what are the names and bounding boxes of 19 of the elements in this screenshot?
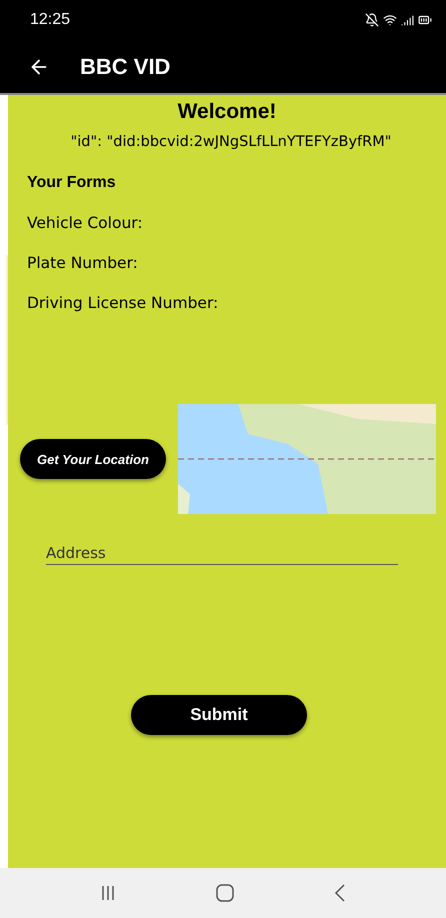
signal-icon: [401, 14, 414, 26]
app-title: BBC VID: [80, 54, 170, 80]
edge-panel-handle[interactable]: [6, 255, 8, 425]
address-field[interactable]: Address: [46, 542, 398, 565]
forms-heading: Your Forms: [27, 174, 117, 192]
welcome-heading: Welcome!: [176, 100, 278, 124]
form-field-label: Plate Number:: [27, 254, 139, 272]
submit-button[interactable]: Submit: [131, 695, 307, 735]
home-icon[interactable]: [216, 884, 234, 902]
battery-icon: [418, 13, 432, 27]
get-location-button[interactable]: Get Your Location: [20, 439, 166, 479]
back-nav-icon[interactable]: [334, 884, 346, 902]
id-text: "id": "did:bbcvid:2wJNgSLfLLnYTEFYzByfRM": [70, 134, 392, 150]
recent-apps-icon[interactable]: [100, 885, 116, 901]
form-field-label: Driving License Number:: [27, 294, 220, 312]
status-time: 12:25: [30, 11, 70, 29]
form-field-label: Vehicle Colour:: [27, 214, 144, 232]
wifi-icon: [383, 13, 397, 27]
mute-icon: [365, 13, 379, 27]
